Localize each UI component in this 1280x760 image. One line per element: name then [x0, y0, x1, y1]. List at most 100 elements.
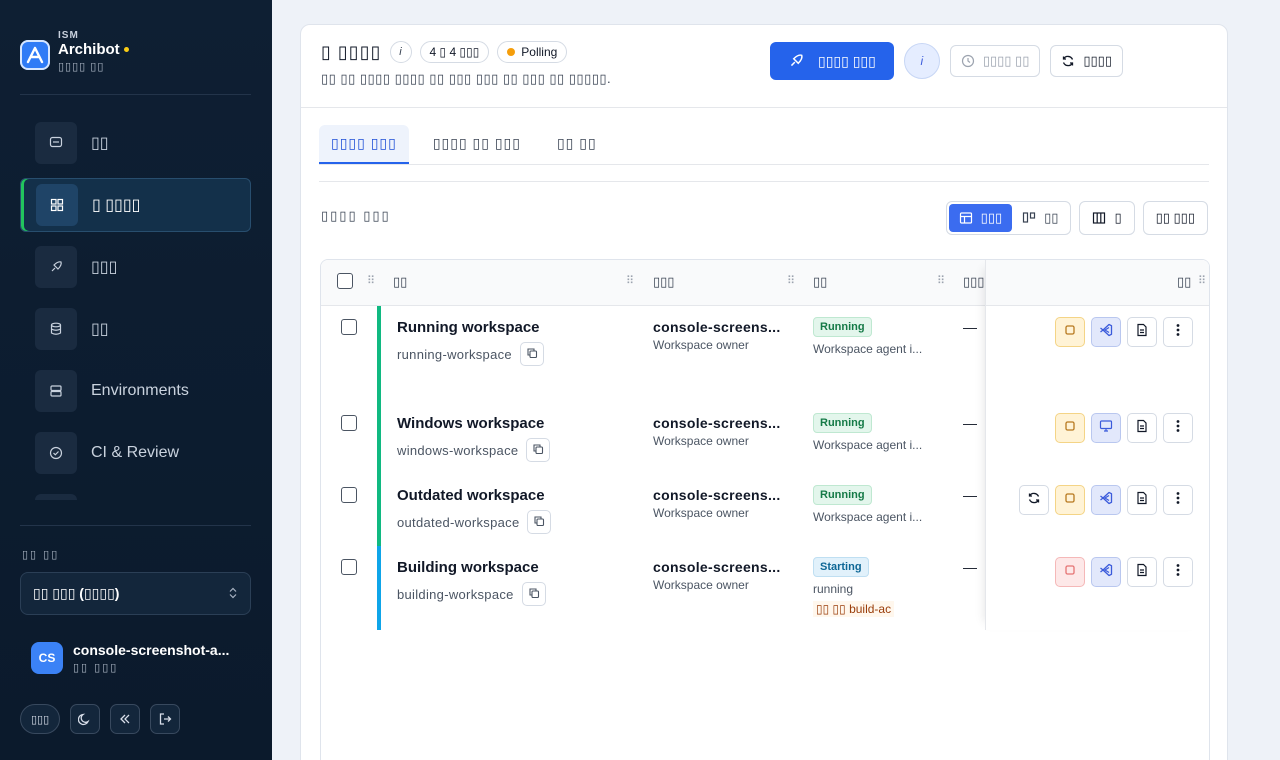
info-icon[interactable]: i	[389, 41, 412, 63]
owner-role: Workspace owner	[653, 434, 749, 448]
update-button[interactable]	[1019, 485, 1049, 515]
workspace-slug: building-workspace	[397, 582, 546, 606]
stop-button[interactable]	[1055, 413, 1085, 443]
extra-value: —	[963, 319, 977, 335]
sidebar-item-workspaces[interactable]: ▯ ▯▯▯▯	[20, 178, 251, 232]
sidebar-item-label: Environments	[91, 382, 189, 399]
column-header-name[interactable]: ▯▯	[393, 274, 407, 290]
drag-handle-icon[interactable]: ⠿	[626, 274, 634, 287]
more-button[interactable]	[1163, 413, 1193, 443]
tab-workspaces[interactable]: ▯▯▯▯ ▯▯▯	[319, 125, 409, 164]
column-header-actions[interactable]: ▯▯	[1177, 274, 1191, 290]
sidebar-item-label: ▯▯	[91, 321, 109, 338]
open-ide-button[interactable]	[1091, 485, 1121, 515]
sidebar-item-ci-review[interactable]: CI & Review	[20, 426, 251, 480]
open-ide-button[interactable]	[1091, 317, 1121, 347]
sidebar-item-data[interactable]: ▯▯	[20, 302, 251, 356]
logs-button[interactable]	[1127, 413, 1157, 443]
more-button[interactable]	[1163, 557, 1193, 587]
row-actions	[1055, 557, 1193, 587]
rocket-icon	[790, 54, 803, 67]
tab-settings[interactable]: ▯▯ ▯▯	[545, 125, 609, 164]
workspace-name[interactable]: Outdated workspace	[397, 487, 545, 504]
row-checkbox[interactable]	[341, 487, 357, 503]
logs-button[interactable]	[1127, 485, 1157, 515]
select-all-checkbox[interactable]	[337, 273, 353, 289]
sidebar-item-deploy[interactable]: ▯▯▯	[20, 240, 251, 294]
collapse-sidebar-button[interactable]	[110, 704, 141, 734]
org-select-value: ▯▯ ▯▯▯ (▯▯▯▯)	[33, 585, 120, 601]
workspace-slug-text: outdated-workspace	[397, 514, 520, 530]
card-view-button[interactable]: ▯▯	[1012, 204, 1068, 232]
column-header-extra[interactable]: ▯▯▯	[963, 274, 984, 290]
language-button[interactable]: ▯▯▯	[20, 704, 61, 734]
logout-button[interactable]	[150, 704, 181, 734]
drag-handle-icon[interactable]: ⠿	[937, 274, 945, 287]
refresh-label: ▯▯▯▯	[1083, 53, 1112, 68]
chevron-updown-icon	[228, 586, 238, 602]
sidebar: ISM Archibot ▯▯▯▯ ▯▯ ▯▯ ▯ ▯▯▯▯ ▯▯▯ ▯▯ En…	[0, 0, 272, 760]
sidebar-item-chat[interactable]: ▯▯	[20, 116, 251, 170]
tab-templates[interactable]: ▯▯▯▯ ▯▯ ▯▯▯	[421, 125, 533, 164]
columns-label: ▯	[1114, 210, 1122, 225]
drag-handle-icon[interactable]: ⠿	[367, 274, 375, 287]
stop-button[interactable]	[1055, 485, 1085, 515]
drag-handle-icon[interactable]: ⠿	[1198, 274, 1206, 287]
row-checkbox[interactable]	[341, 319, 357, 335]
actions-column: ▯▯ ⠿	[985, 260, 1209, 630]
theme-toggle-button[interactable]	[70, 704, 101, 734]
more-button[interactable]	[1163, 317, 1193, 347]
user-role: ▯▯ ▯▯▯	[73, 662, 119, 674]
more-vertical-icon	[1176, 419, 1180, 438]
refresh-button[interactable]: ▯▯▯▯	[1050, 45, 1123, 77]
vscode-icon	[1099, 491, 1113, 510]
workspace-name[interactable]: Running workspace	[397, 319, 540, 336]
workspace-slug-text: windows-workspace	[397, 442, 519, 458]
copy-button[interactable]	[519, 342, 544, 366]
column-header-owner[interactable]: ▯▯▯	[653, 274, 674, 290]
logs-button[interactable]	[1127, 557, 1157, 587]
copy-icon	[528, 587, 540, 602]
open-ide-button[interactable]	[1091, 413, 1121, 443]
extra-value: —	[963, 559, 977, 575]
rocket-icon	[35, 246, 77, 288]
create-workspace-button[interactable]: ▯▯▯▯ ▯▯▯	[770, 42, 894, 80]
stop-icon	[1064, 419, 1076, 437]
row-checkbox[interactable]	[341, 559, 357, 575]
more-vertical-icon	[1176, 563, 1180, 582]
tab-underline	[319, 164, 1209, 165]
brand[interactable]: ISM Archibot ▯▯▯▯ ▯▯	[20, 30, 129, 73]
info-button[interactable]: i	[903, 43, 940, 79]
workspace-name[interactable]: Windows workspace	[397, 415, 544, 432]
row-actions	[1019, 485, 1193, 515]
more-button[interactable]	[1163, 485, 1193, 515]
open-ide-button[interactable]	[1091, 557, 1121, 587]
column-header-status[interactable]: ▯▯	[813, 274, 827, 290]
copy-button[interactable]	[527, 510, 552, 534]
sidebar-item-environments[interactable]: Environments	[20, 364, 251, 418]
status-detail: Workspace agent i...	[813, 342, 923, 356]
columns-button[interactable]: ▯	[1079, 201, 1135, 235]
workspace-name[interactable]: Building workspace	[397, 559, 539, 576]
stop-button[interactable]	[1055, 317, 1085, 347]
filter-button[interactable]: ▯▯ ▯▯▯	[1142, 201, 1208, 235]
more-icon	[35, 494, 77, 500]
user-name: console-screenshot-a...	[73, 642, 230, 658]
logout-icon	[160, 713, 172, 725]
columns-icon	[1093, 212, 1106, 224]
copy-button[interactable]	[521, 582, 546, 606]
logs-button[interactable]	[1127, 317, 1157, 347]
owner-role: Workspace owner	[653, 338, 749, 352]
status-stripe	[377, 306, 381, 402]
user-profile[interactable]: CS console-screenshot-a... ▯▯ ▯▯▯	[31, 642, 229, 674]
stop-button[interactable]	[1055, 557, 1085, 587]
org-select[interactable]: ▯▯ ▯▯▯ (▯▯▯▯)	[20, 572, 251, 615]
copy-button[interactable]	[526, 438, 551, 462]
sidebar-item-more[interactable]	[20, 488, 251, 500]
row-checkbox[interactable]	[341, 415, 357, 431]
table-view-button[interactable]: ▯▯▯	[948, 204, 1013, 232]
drag-handle-icon[interactable]: ⠿	[787, 274, 795, 287]
schedule-button[interactable]: ▯▯▯▯ ▯▯	[949, 45, 1041, 77]
server-icon	[35, 370, 77, 412]
document-icon	[1136, 491, 1148, 510]
